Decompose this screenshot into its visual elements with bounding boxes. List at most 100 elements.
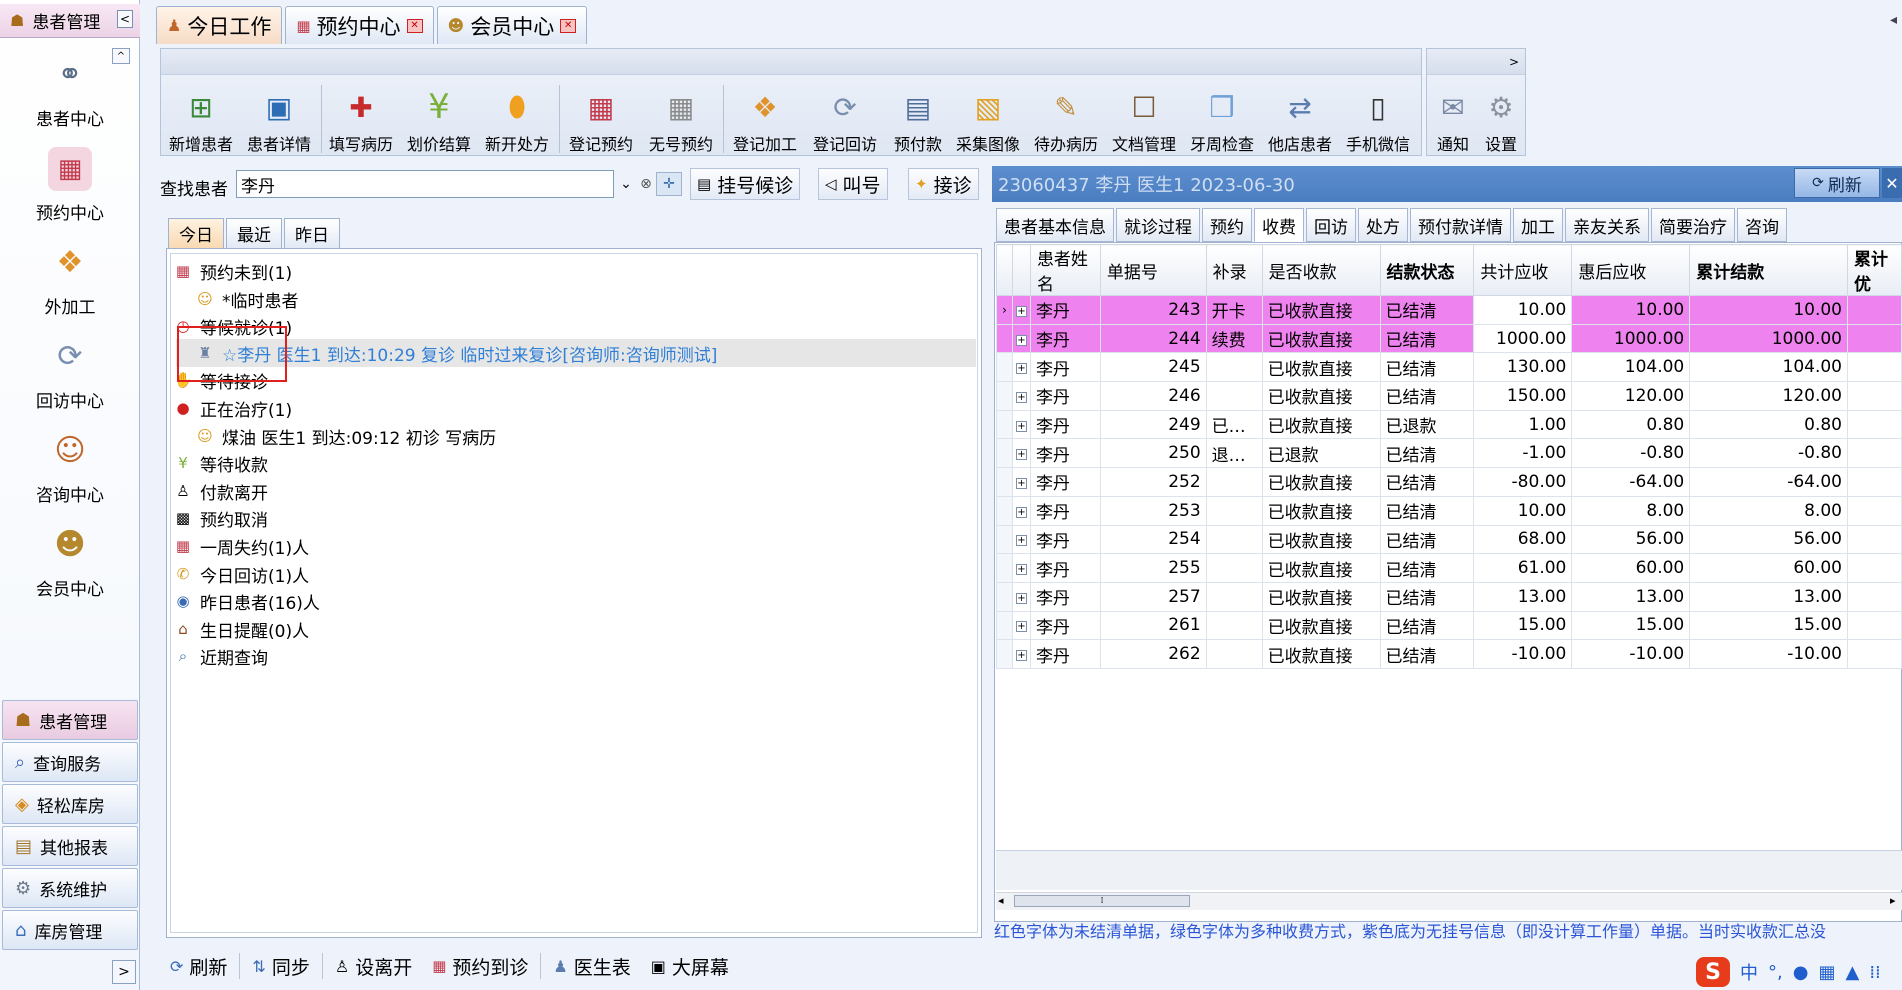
column-header[interactable]: 单据号 xyxy=(1099,244,1207,296)
tab-today-work[interactable]: ♟ 今日工作 xyxy=(156,6,283,44)
expand-icon[interactable]: + xyxy=(1015,305,1027,317)
tab-member-center[interactable]: ☻ 会员中心 ✕ xyxy=(436,6,588,44)
expand-icon[interactable]: + xyxy=(1015,334,1027,346)
big-screen-button[interactable]: ▣ 大屏幕 xyxy=(643,950,737,982)
tab-brief-treatment[interactable]: 简要治疗 xyxy=(1651,208,1735,242)
refresh-list-button[interactable]: ⟳ 刷新 xyxy=(162,950,235,982)
doctor-schedule-button[interactable]: ♟ 医生表 xyxy=(545,950,638,982)
expand-icon[interactable]: + xyxy=(1015,506,1027,518)
bottom-nav-other-reports[interactable]: ▤ 其他报表 xyxy=(2,826,138,866)
tab-basic-info[interactable]: 患者基本信息 xyxy=(996,208,1114,242)
tree-group-weekly-missed[interactable]: ▦ 一周失约(1)人 xyxy=(174,533,309,559)
nav-item-member-center[interactable]: ☻ 会员中心 xyxy=(0,516,140,606)
prepayment-button[interactable]: ▤ 预付款 xyxy=(887,85,949,155)
table-row[interactable]: + 李丹 246 已收款直接 已结清 150.00 120.00 120.00 xyxy=(996,381,1902,411)
sidebar-collapse-button[interactable]: < xyxy=(117,10,133,28)
table-row[interactable]: + 李丹 254 已收款直接 已结清 68.00 56.00 56.00 xyxy=(996,524,1902,555)
new-prescription-button[interactable]: ⬮ 新开处方 xyxy=(481,85,553,155)
tab-processing[interactable]: 加工 xyxy=(1513,208,1563,242)
tab-visit-process[interactable]: 就诊过程 xyxy=(1116,208,1200,242)
bottom-nav-easy-storage[interactable]: ◈ 轻松库房 xyxy=(2,784,138,824)
table-row[interactable]: + 李丹 257 已收款直接 已结清 13.00 13.00 13.00 xyxy=(996,581,1902,612)
expand-icon[interactable]: + xyxy=(1015,535,1027,547)
expand-icon[interactable]: + xyxy=(1011,352,1031,383)
tab-prescription[interactable]: 处方 xyxy=(1358,208,1408,242)
tree-group-waiting-payment[interactable]: ¥ 等待收款 xyxy=(174,450,268,476)
nav-item-patient-center[interactable]: ⚭ 患者中心 xyxy=(0,46,140,136)
register-appointment-button[interactable]: ▦ 登记预约 xyxy=(563,85,639,155)
column-header[interactable]: 累计优 xyxy=(1847,244,1902,296)
other-store-patients-button[interactable]: ⇄ 他店患者 xyxy=(1263,85,1337,155)
expand-icon[interactable]: + xyxy=(1011,553,1031,583)
add-patient-button[interactable]: ⊞ 新增患者 xyxy=(165,85,237,155)
document-management-button[interactable]: ☐ 文档管理 xyxy=(1107,85,1181,155)
patient-details-button[interactable]: ▣ 患者详情 xyxy=(243,85,315,155)
expand-icon[interactable]: + xyxy=(1011,409,1031,440)
table-row[interactable]: + 李丹 244 续费 已收款直接 已结清 1000.00 1000.00 1000.00 xyxy=(996,323,1902,354)
tab-today[interactable]: 今日 xyxy=(168,218,224,248)
column-header[interactable]: 补录 xyxy=(1205,244,1263,296)
pricing-settlement-button[interactable]: ¥ 划价结算 xyxy=(403,85,475,155)
expand-icon[interactable]: + xyxy=(1015,449,1027,461)
tab-appointment-center[interactable]: ▦ 预约中心 ✕ xyxy=(285,6,434,44)
expand-icon[interactable]: + xyxy=(1011,495,1031,526)
notification-button[interactable]: ✉ 通知 xyxy=(1431,85,1475,155)
tree-group-appointment-cancelled[interactable]: ▩ 预约取消 xyxy=(174,505,268,531)
settings-button[interactable]: ⚙ 设置 xyxy=(1479,85,1523,155)
receive-patient-button[interactable]: ✦ 接诊 xyxy=(908,168,979,200)
ime-mode[interactable]: 中 xyxy=(1740,959,1758,985)
table-row[interactable]: + 李丹 249 已… 已收款直接 已退款 1.00 0.80 0.80 xyxy=(996,409,1902,440)
tree-group-in-treatment[interactable]: ● 正在治疗(1) xyxy=(174,395,292,421)
capture-image-button[interactable]: ▧ 采集图像 xyxy=(951,85,1025,155)
sync-button[interactable]: ⇅ 同步 xyxy=(244,950,317,982)
tab-consultation[interactable]: 咨询 xyxy=(1737,208,1787,242)
table-row[interactable]: + 李丹 261 已收款直接 已结清 15.00 15.00 15.00 xyxy=(996,610,1902,641)
tree-group-paid-left[interactable]: ♙ 付款离开 xyxy=(174,478,268,504)
tree-group-birthday-reminder[interactable]: ⌂ 生日提醒(0)人 xyxy=(174,616,309,642)
expand-icon[interactable]: + xyxy=(1015,477,1027,489)
expand-icon[interactable]: + xyxy=(1011,438,1031,469)
nav-item-follow-up-center[interactable]: ⟳ 回访中心 xyxy=(0,328,140,418)
tree-item-patient-meiyou[interactable]: ☺ 煤油 医生1 到达:09:12 初诊 写病历 xyxy=(196,423,496,449)
expand-icon[interactable]: + xyxy=(1015,650,1027,662)
table-row[interactable]: › + 李丹 243 开卡 已收款直接 已结清 10.00 10.00 10.00 xyxy=(996,295,1902,325)
tab-yesterday[interactable]: 昨日 xyxy=(284,218,340,248)
tree-group-today-follow-up[interactable]: ✆ 今日回访(1)人 xyxy=(174,561,309,587)
tab-relatives[interactable]: 亲友关系 xyxy=(1565,208,1649,242)
close-panel-button[interactable]: ✕ xyxy=(1882,168,1902,198)
expand-icon[interactable]: + xyxy=(1011,323,1031,354)
column-header[interactable]: 共计应收 xyxy=(1473,244,1573,296)
table-row[interactable]: + 李丹 245 已收款直接 已结清 130.00 104.00 104.00 xyxy=(996,352,1902,383)
nav-item-external-processing[interactable]: ❖ 外加工 xyxy=(0,234,140,324)
expand-icon[interactable]: + xyxy=(1011,639,1031,669)
expand-icon[interactable]: + xyxy=(1015,363,1027,375)
periodontal-exam-button[interactable]: ❒ 牙周检查 xyxy=(1185,85,1259,155)
tab-recent[interactable]: 最近 xyxy=(226,218,282,248)
table-row[interactable]: + 李丹 253 已收款直接 已结清 10.00 8.00 8.00 xyxy=(996,495,1902,526)
tab-charges[interactable]: 收费 xyxy=(1254,208,1304,242)
close-icon[interactable]: ✕ xyxy=(560,18,577,33)
expand-icon[interactable]: + xyxy=(1015,420,1027,432)
grid-icon[interactable]: ⁞⁞ xyxy=(1869,962,1880,983)
refresh-button[interactable]: ⟳ 刷新 xyxy=(1794,168,1880,198)
bottom-nav-system-maintenance[interactable]: ⚙ 系统维护 xyxy=(2,868,138,908)
expand-icon[interactable]: + xyxy=(1011,381,1031,411)
mobile-wechat-button[interactable]: ▯ 手机微信 xyxy=(1341,85,1415,155)
expand-icon[interactable]: + xyxy=(1011,524,1031,555)
sidebar-expand-button[interactable]: > xyxy=(112,960,136,984)
appointment-arrival-button[interactable]: ▦ 预约到诊 xyxy=(424,950,536,982)
search-options-button[interactable]: ✛ xyxy=(656,172,682,196)
expand-icon[interactable]: + xyxy=(1015,391,1027,403)
expand-icon[interactable]: + xyxy=(1015,621,1027,633)
patient-search-input[interactable] xyxy=(236,170,614,198)
scroll-right-icon[interactable]: ▸ xyxy=(1890,894,1896,907)
expand-icon[interactable]: + xyxy=(1015,564,1027,576)
close-icon[interactable]: ✕ xyxy=(406,18,423,33)
register-follow-up-button[interactable]: ⟳ 登记回访 xyxy=(807,85,883,155)
call-number-button[interactable]: ◁ 叫号 xyxy=(818,168,888,200)
toolbar-more-button[interactable]: > xyxy=(1427,49,1525,75)
table-row[interactable]: + 李丹 255 已收款直接 已结清 61.00 60.00 60.00 xyxy=(996,553,1902,583)
microphone-icon[interactable]: ● xyxy=(1793,962,1809,983)
table-row[interactable]: + 李丹 262 已收款直接 已结清 -10.00 -10.00 -10.00 xyxy=(996,639,1902,669)
tab-appointment[interactable]: 预约 xyxy=(1202,208,1252,242)
